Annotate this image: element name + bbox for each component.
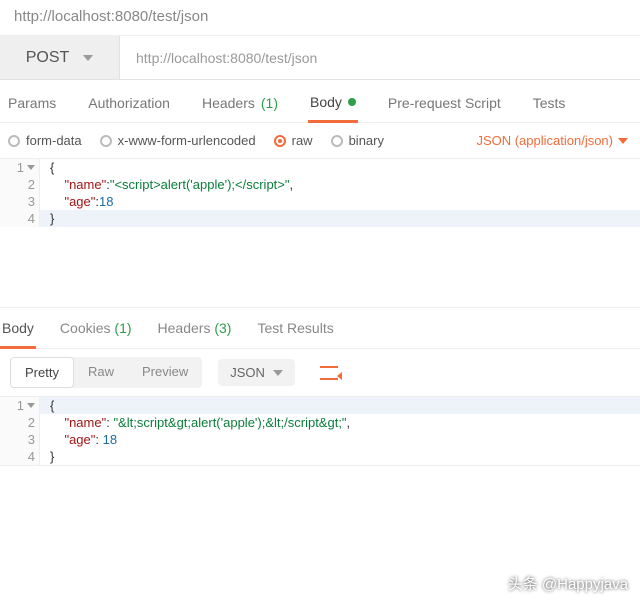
format-select[interactable]: JSON (218, 359, 295, 386)
code-content: { (40, 159, 54, 176)
line-gutter: 3 (0, 193, 40, 210)
request-tabs: Params Authorization Headers (1) Body Pr… (0, 80, 640, 123)
view-pretty[interactable]: Pretty (10, 357, 74, 388)
body-type-row: form-data x-www-form-urlencoded raw bina… (0, 123, 640, 159)
method-select[interactable]: POST (0, 36, 120, 79)
line-gutter: 1 (0, 159, 40, 176)
code-line[interactable]: 1{ (0, 159, 640, 176)
line-gutter: 2 (0, 414, 40, 431)
url-input[interactable]: http://localhost:8080/test/json (120, 36, 640, 79)
resp-tab-body[interactable]: Body (0, 320, 36, 349)
code-content: "age":18 (40, 193, 113, 210)
chevron-down-icon (83, 55, 93, 61)
code-line[interactable]: 3 "age": 18 (0, 431, 640, 448)
fold-icon[interactable] (27, 165, 35, 170)
code-content: } (40, 210, 54, 227)
tab-params[interactable]: Params (6, 94, 58, 122)
line-gutter: 3 (0, 431, 40, 448)
cookies-count: (1) (114, 320, 131, 336)
response-tabs: Body Cookies (1) Headers (3) Test Result… (0, 308, 640, 349)
code-content: "name":"<script>alert('apple');</script>… (40, 176, 293, 193)
chevron-down-icon (618, 138, 628, 144)
headers-count: (1) (261, 95, 278, 111)
page-url: http://localhost:8080/test/json (0, 0, 640, 36)
bodytype-urlencoded[interactable]: x-www-form-urlencoded (100, 133, 256, 148)
code-line[interactable]: 1{ (0, 397, 640, 414)
code-line[interactable]: 2 "name":"<script>alert('apple');</scrip… (0, 176, 640, 193)
modified-dot-icon (348, 98, 356, 106)
method-label: POST (26, 49, 70, 67)
urlencoded-label: x-www-form-urlencoded (118, 133, 256, 148)
tab-body-label: Body (310, 94, 342, 110)
content-type-select[interactable]: JSON (application/json) (476, 133, 628, 148)
bodytype-formdata[interactable]: form-data (8, 133, 82, 148)
radio-icon (274, 135, 286, 147)
code-line[interactable]: 3 "age":18 (0, 193, 640, 210)
code-content: "name": "&lt;script&gt;alert('apple');&l… (40, 414, 350, 431)
wrap-icon (320, 366, 338, 380)
tab-tests[interactable]: Tests (531, 94, 568, 122)
cookies-label: Cookies (60, 320, 111, 336)
formdata-label: form-data (26, 133, 82, 148)
bodytype-binary[interactable]: binary (331, 133, 384, 148)
content-type-label: JSON (application/json) (476, 133, 613, 148)
view-segmented: Pretty Raw Preview (10, 357, 202, 388)
line-gutter: 1 (0, 397, 40, 414)
resp-tab-cookies[interactable]: Cookies (1) (58, 320, 134, 348)
binary-label: binary (349, 133, 384, 148)
line-gutter: 2 (0, 176, 40, 193)
code-line[interactable]: 2 "name": "&lt;script&gt;alert('apple');… (0, 414, 640, 431)
request-row: POST http://localhost:8080/test/json (0, 36, 640, 80)
resp-tab-headers[interactable]: Headers (3) (156, 320, 234, 348)
watermark: 头条 @Happyjava (508, 573, 628, 594)
code-line[interactable]: 4} (0, 210, 640, 227)
radio-icon (8, 135, 20, 147)
radio-icon (100, 135, 112, 147)
tab-body[interactable]: Body (308, 94, 358, 123)
code-line[interactable]: 4} (0, 448, 640, 465)
request-body-editor[interactable]: 1{2 "name":"<script>alert('apple');</scr… (0, 159, 640, 308)
code-content: } (40, 448, 54, 465)
response-body-editor[interactable]: 1{2 "name": "&lt;script&gt;alert('apple'… (0, 397, 640, 466)
resp-headers-count: (3) (214, 320, 231, 336)
radio-icon (331, 135, 343, 147)
tab-authorization[interactable]: Authorization (86, 94, 172, 122)
resp-headers-label: Headers (158, 320, 211, 336)
view-raw[interactable]: Raw (74, 357, 128, 388)
tab-prerequest[interactable]: Pre-request Script (386, 94, 503, 122)
raw-label: raw (292, 133, 313, 148)
bodytype-raw[interactable]: raw (274, 133, 313, 148)
tab-headers[interactable]: Headers (1) (200, 94, 280, 122)
view-preview[interactable]: Preview (128, 357, 202, 388)
fold-icon[interactable] (27, 403, 35, 408)
response-view-row: Pretty Raw Preview JSON (0, 349, 640, 397)
line-gutter: 4 (0, 210, 40, 227)
tab-headers-label: Headers (202, 95, 255, 111)
format-label: JSON (230, 365, 265, 380)
line-gutter: 4 (0, 448, 40, 465)
chevron-down-icon (273, 370, 283, 376)
wrap-lines-button[interactable] (313, 359, 345, 387)
url-value: http://localhost:8080/test/json (136, 50, 317, 66)
code-content: { (40, 397, 54, 414)
resp-tab-testresults[interactable]: Test Results (255, 320, 335, 348)
code-content: "age": 18 (40, 431, 117, 448)
